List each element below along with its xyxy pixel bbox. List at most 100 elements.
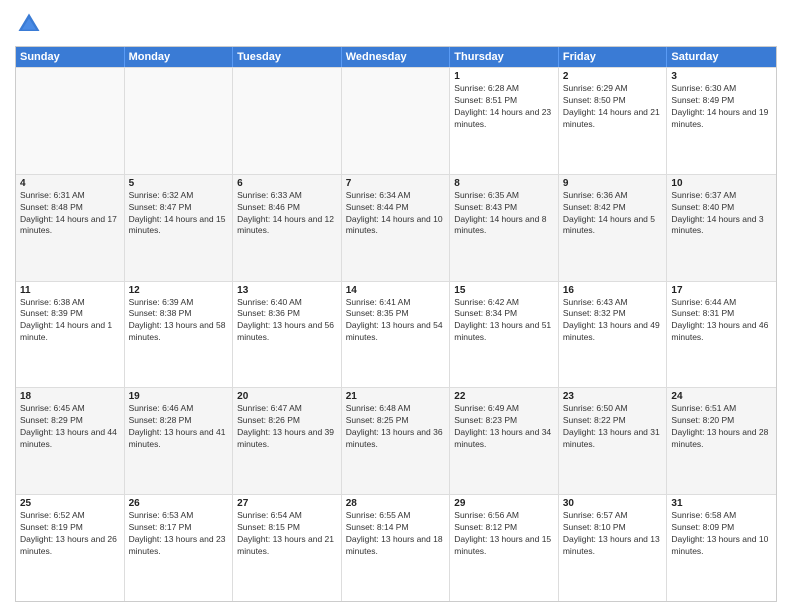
- day-number: 22: [454, 391, 554, 402]
- calendar-row-4: 18Sunrise: 6:45 AM Sunset: 8:29 PM Dayli…: [16, 387, 776, 494]
- day-cell-6: 6Sunrise: 6:33 AM Sunset: 8:46 PM Daylig…: [233, 175, 342, 281]
- day-cell-4: 4Sunrise: 6:31 AM Sunset: 8:48 PM Daylig…: [16, 175, 125, 281]
- day-info: Sunrise: 6:51 AM Sunset: 8:20 PM Dayligh…: [671, 403, 772, 451]
- empty-cell: [233, 68, 342, 174]
- day-number: 30: [563, 498, 663, 509]
- day-info: Sunrise: 6:37 AM Sunset: 8:40 PM Dayligh…: [671, 190, 772, 238]
- day-cell-1: 1Sunrise: 6:28 AM Sunset: 8:51 PM Daylig…: [450, 68, 559, 174]
- day-info: Sunrise: 6:57 AM Sunset: 8:10 PM Dayligh…: [563, 510, 663, 558]
- calendar-row-2: 4Sunrise: 6:31 AM Sunset: 8:48 PM Daylig…: [16, 174, 776, 281]
- day-number: 17: [671, 285, 772, 296]
- day-info: Sunrise: 6:30 AM Sunset: 8:49 PM Dayligh…: [671, 83, 772, 131]
- day-info: Sunrise: 6:52 AM Sunset: 8:19 PM Dayligh…: [20, 510, 120, 558]
- day-header-saturday: Saturday: [667, 47, 776, 67]
- day-cell-27: 27Sunrise: 6:54 AM Sunset: 8:15 PM Dayli…: [233, 495, 342, 601]
- calendar: SundayMondayTuesdayWednesdayThursdayFrid…: [15, 46, 777, 602]
- day-cell-8: 8Sunrise: 6:35 AM Sunset: 8:43 PM Daylig…: [450, 175, 559, 281]
- day-cell-24: 24Sunrise: 6:51 AM Sunset: 8:20 PM Dayli…: [667, 388, 776, 494]
- day-cell-3: 3Sunrise: 6:30 AM Sunset: 8:49 PM Daylig…: [667, 68, 776, 174]
- day-number: 24: [671, 391, 772, 402]
- day-cell-31: 31Sunrise: 6:58 AM Sunset: 8:09 PM Dayli…: [667, 495, 776, 601]
- day-number: 16: [563, 285, 663, 296]
- calendar-header: SundayMondayTuesdayWednesdayThursdayFrid…: [16, 47, 776, 67]
- day-number: 26: [129, 498, 229, 509]
- header: [15, 10, 777, 38]
- day-cell-23: 23Sunrise: 6:50 AM Sunset: 8:22 PM Dayli…: [559, 388, 668, 494]
- day-cell-10: 10Sunrise: 6:37 AM Sunset: 8:40 PM Dayli…: [667, 175, 776, 281]
- day-number: 3: [671, 71, 772, 82]
- day-header-thursday: Thursday: [450, 47, 559, 67]
- day-info: Sunrise: 6:29 AM Sunset: 8:50 PM Dayligh…: [563, 83, 663, 131]
- day-number: 20: [237, 391, 337, 402]
- day-number: 2: [563, 71, 663, 82]
- day-cell-18: 18Sunrise: 6:45 AM Sunset: 8:29 PM Dayli…: [16, 388, 125, 494]
- day-info: Sunrise: 6:47 AM Sunset: 8:26 PM Dayligh…: [237, 403, 337, 451]
- day-number: 29: [454, 498, 554, 509]
- day-info: Sunrise: 6:56 AM Sunset: 8:12 PM Dayligh…: [454, 510, 554, 558]
- day-info: Sunrise: 6:54 AM Sunset: 8:15 PM Dayligh…: [237, 510, 337, 558]
- day-info: Sunrise: 6:58 AM Sunset: 8:09 PM Dayligh…: [671, 510, 772, 558]
- day-info: Sunrise: 6:55 AM Sunset: 8:14 PM Dayligh…: [346, 510, 446, 558]
- day-header-tuesday: Tuesday: [233, 47, 342, 67]
- day-cell-25: 25Sunrise: 6:52 AM Sunset: 8:19 PM Dayli…: [16, 495, 125, 601]
- day-info: Sunrise: 6:53 AM Sunset: 8:17 PM Dayligh…: [129, 510, 229, 558]
- day-cell-15: 15Sunrise: 6:42 AM Sunset: 8:34 PM Dayli…: [450, 282, 559, 388]
- calendar-row-5: 25Sunrise: 6:52 AM Sunset: 8:19 PM Dayli…: [16, 494, 776, 601]
- day-number: 10: [671, 178, 772, 189]
- day-number: 19: [129, 391, 229, 402]
- day-cell-14: 14Sunrise: 6:41 AM Sunset: 8:35 PM Dayli…: [342, 282, 451, 388]
- day-number: 1: [454, 71, 554, 82]
- day-number: 5: [129, 178, 229, 189]
- day-header-monday: Monday: [125, 47, 234, 67]
- day-info: Sunrise: 6:34 AM Sunset: 8:44 PM Dayligh…: [346, 190, 446, 238]
- day-number: 12: [129, 285, 229, 296]
- day-cell-21: 21Sunrise: 6:48 AM Sunset: 8:25 PM Dayli…: [342, 388, 451, 494]
- day-cell-11: 11Sunrise: 6:38 AM Sunset: 8:39 PM Dayli…: [16, 282, 125, 388]
- day-info: Sunrise: 6:38 AM Sunset: 8:39 PM Dayligh…: [20, 297, 120, 345]
- day-number: 28: [346, 498, 446, 509]
- day-info: Sunrise: 6:45 AM Sunset: 8:29 PM Dayligh…: [20, 403, 120, 451]
- day-info: Sunrise: 6:28 AM Sunset: 8:51 PM Dayligh…: [454, 83, 554, 131]
- calendar-body: 1Sunrise: 6:28 AM Sunset: 8:51 PM Daylig…: [16, 67, 776, 601]
- day-info: Sunrise: 6:36 AM Sunset: 8:42 PM Dayligh…: [563, 190, 663, 238]
- day-info: Sunrise: 6:41 AM Sunset: 8:35 PM Dayligh…: [346, 297, 446, 345]
- empty-cell: [342, 68, 451, 174]
- day-number: 9: [563, 178, 663, 189]
- day-number: 27: [237, 498, 337, 509]
- page: SundayMondayTuesdayWednesdayThursdayFrid…: [0, 0, 792, 612]
- day-number: 14: [346, 285, 446, 296]
- day-info: Sunrise: 6:44 AM Sunset: 8:31 PM Dayligh…: [671, 297, 772, 345]
- empty-cell: [125, 68, 234, 174]
- day-cell-28: 28Sunrise: 6:55 AM Sunset: 8:14 PM Dayli…: [342, 495, 451, 601]
- day-header-wednesday: Wednesday: [342, 47, 451, 67]
- day-number: 31: [671, 498, 772, 509]
- day-cell-19: 19Sunrise: 6:46 AM Sunset: 8:28 PM Dayli…: [125, 388, 234, 494]
- calendar-row-3: 11Sunrise: 6:38 AM Sunset: 8:39 PM Dayli…: [16, 281, 776, 388]
- day-number: 6: [237, 178, 337, 189]
- day-header-friday: Friday: [559, 47, 668, 67]
- day-info: Sunrise: 6:49 AM Sunset: 8:23 PM Dayligh…: [454, 403, 554, 451]
- day-cell-12: 12Sunrise: 6:39 AM Sunset: 8:38 PM Dayli…: [125, 282, 234, 388]
- day-number: 15: [454, 285, 554, 296]
- day-number: 18: [20, 391, 120, 402]
- day-info: Sunrise: 6:31 AM Sunset: 8:48 PM Dayligh…: [20, 190, 120, 238]
- day-info: Sunrise: 6:48 AM Sunset: 8:25 PM Dayligh…: [346, 403, 446, 451]
- day-cell-9: 9Sunrise: 6:36 AM Sunset: 8:42 PM Daylig…: [559, 175, 668, 281]
- day-cell-13: 13Sunrise: 6:40 AM Sunset: 8:36 PM Dayli…: [233, 282, 342, 388]
- day-cell-26: 26Sunrise: 6:53 AM Sunset: 8:17 PM Dayli…: [125, 495, 234, 601]
- day-info: Sunrise: 6:46 AM Sunset: 8:28 PM Dayligh…: [129, 403, 229, 451]
- day-number: 11: [20, 285, 120, 296]
- day-number: 13: [237, 285, 337, 296]
- day-info: Sunrise: 6:33 AM Sunset: 8:46 PM Dayligh…: [237, 190, 337, 238]
- day-cell-2: 2Sunrise: 6:29 AM Sunset: 8:50 PM Daylig…: [559, 68, 668, 174]
- day-cell-22: 22Sunrise: 6:49 AM Sunset: 8:23 PM Dayli…: [450, 388, 559, 494]
- empty-cell: [16, 68, 125, 174]
- logo: [15, 10, 47, 38]
- day-cell-30: 30Sunrise: 6:57 AM Sunset: 8:10 PM Dayli…: [559, 495, 668, 601]
- day-number: 7: [346, 178, 446, 189]
- day-number: 23: [563, 391, 663, 402]
- day-info: Sunrise: 6:40 AM Sunset: 8:36 PM Dayligh…: [237, 297, 337, 345]
- calendar-row-1: 1Sunrise: 6:28 AM Sunset: 8:51 PM Daylig…: [16, 67, 776, 174]
- day-cell-17: 17Sunrise: 6:44 AM Sunset: 8:31 PM Dayli…: [667, 282, 776, 388]
- day-cell-16: 16Sunrise: 6:43 AM Sunset: 8:32 PM Dayli…: [559, 282, 668, 388]
